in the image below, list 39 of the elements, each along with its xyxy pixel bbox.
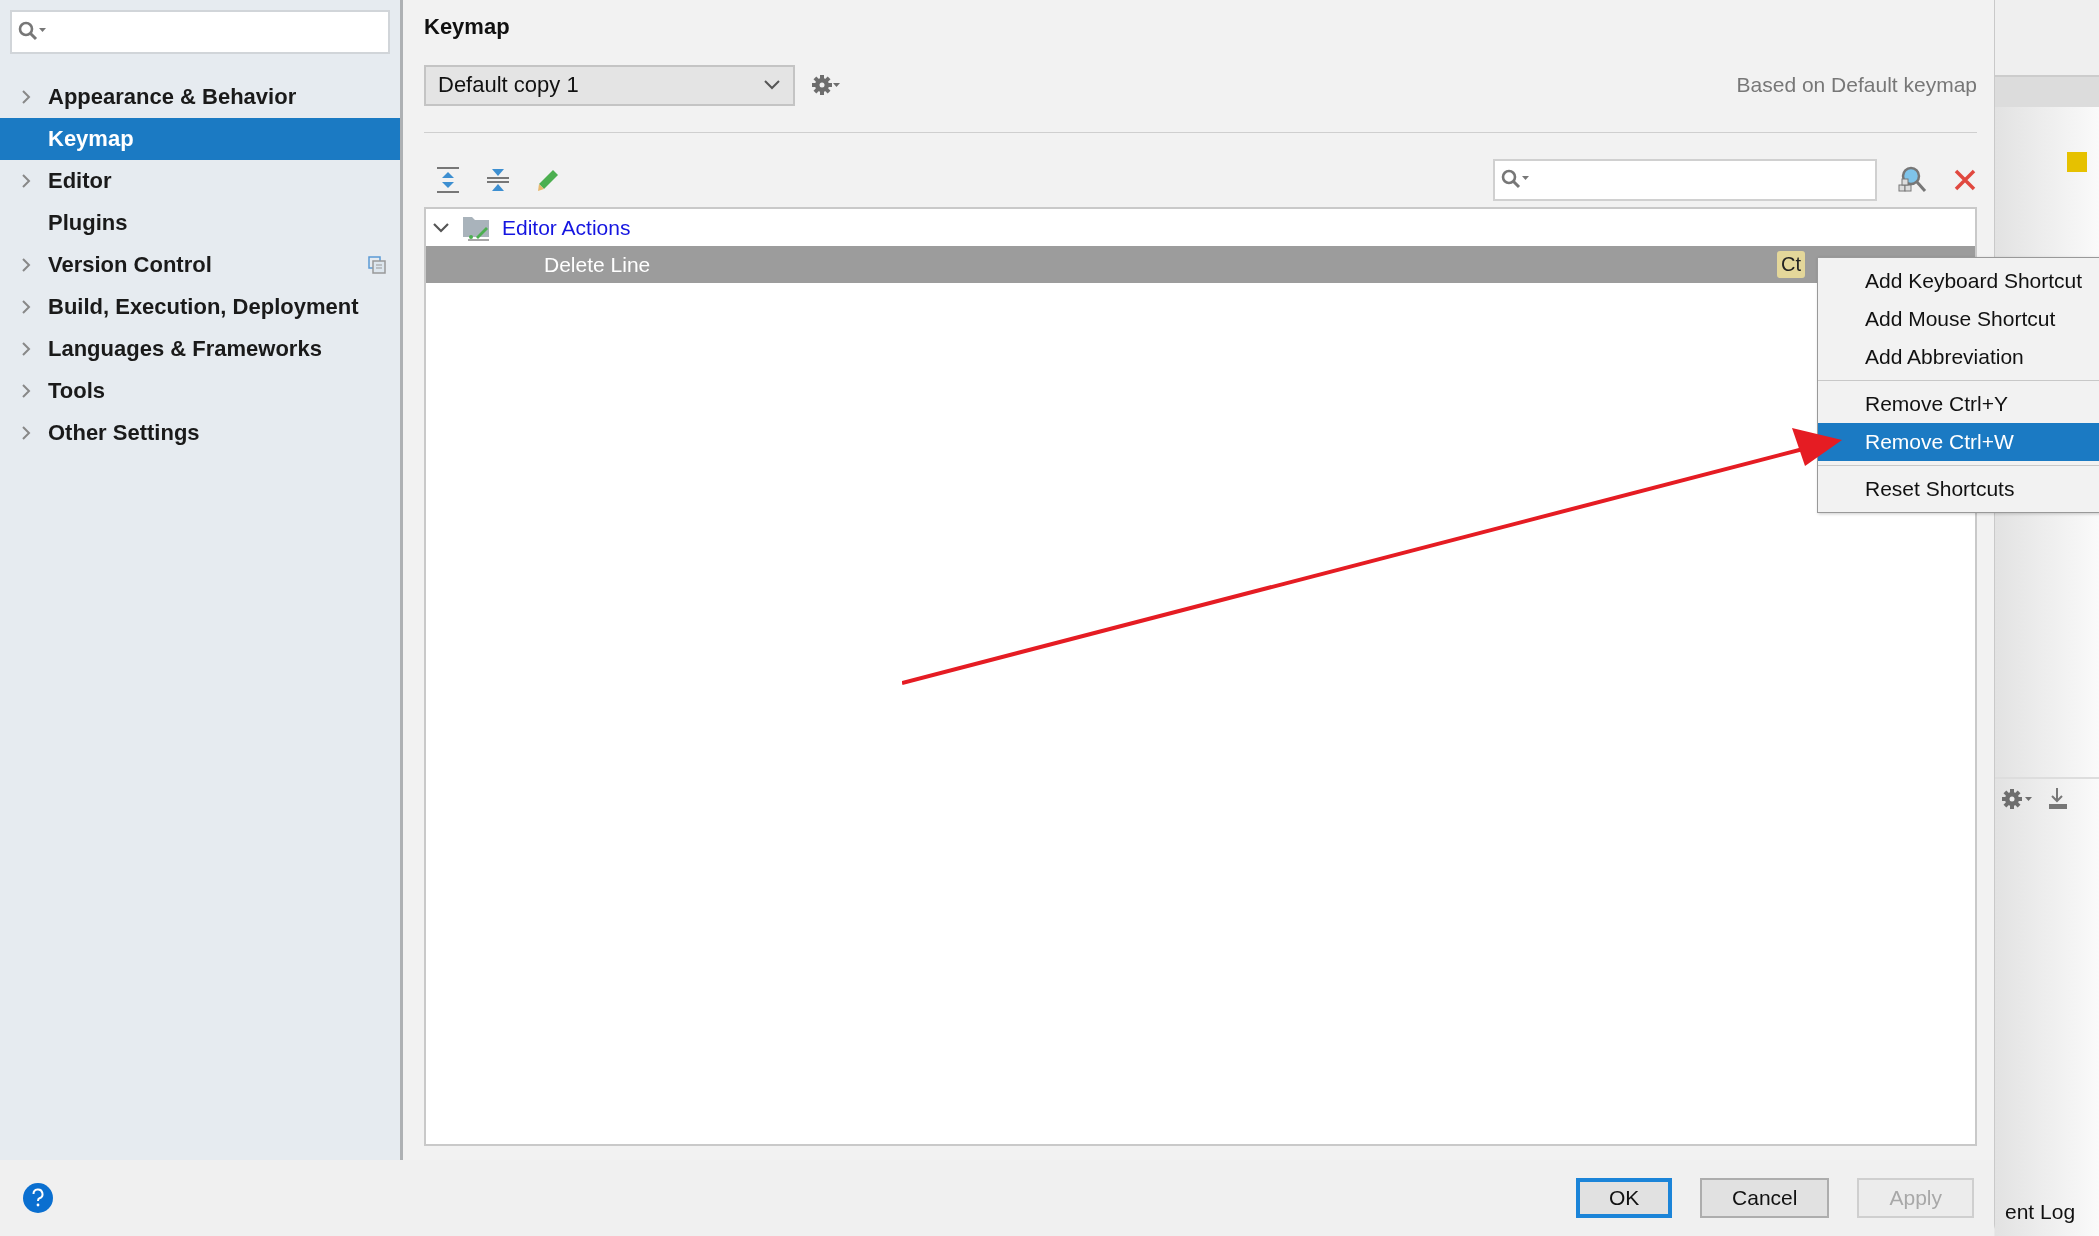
search-field[interactable]: [1493, 159, 1877, 201]
keymap-dropdown[interactable]: Default copy 1: [424, 64, 795, 106]
sidebar-item[interactable]: Other Settings: [0, 412, 400, 454]
sidebar-item[interactable]: Languages & Frameworks: [0, 328, 400, 370]
pencil-icon[interactable]: [536, 168, 560, 192]
dialog-button[interactable]: Cancel: [1700, 1178, 1830, 1218]
sidebar-item[interactable]: Keymap: [0, 118, 400, 160]
menu-item[interactable]: Remove Ctrl+Y: [1818, 385, 2099, 423]
sidebar-item[interactable]: Build, Execution, Deployment: [0, 286, 400, 328]
sidebar-item[interactable]: Plugins: [0, 202, 400, 244]
chevron-down-icon[interactable]: [432, 220, 450, 235]
sidebar-item[interactable]: Version Control: [0, 244, 400, 286]
chevron-down-icon: [763, 79, 781, 91]
expand-all-icon[interactable]: [436, 166, 460, 194]
menu-item[interactable]: Add Abbreviation: [1818, 338, 2099, 376]
search-icon: [18, 21, 48, 43]
help-icon[interactable]: [22, 1182, 54, 1214]
based-on-label: Based on Default keymap: [1736, 73, 1977, 97]
download-icon[interactable]: [2047, 787, 2069, 811]
search-icon: [1501, 169, 1531, 191]
shortcut-tag: Ct: [1777, 251, 1805, 278]
find-shortcut-icon[interactable]: [1897, 165, 1927, 195]
dialog-button[interactable]: OK: [1576, 1178, 1673, 1218]
sidebar-item[interactable]: Appearance & Behavior: [0, 76, 400, 118]
settings-icon[interactable]: [811, 73, 841, 97]
folder-icon: [462, 214, 490, 241]
search-field[interactable]: [10, 10, 390, 54]
sidebar-item[interactable]: Tools: [0, 370, 400, 412]
tree-row[interactable]: Editor Actions: [426, 209, 1975, 246]
page-title: Keymap: [424, 14, 511, 41]
marker-icon: [2067, 152, 2087, 172]
sidebar-item[interactable]: Editor: [0, 160, 400, 202]
menu-item[interactable]: Reset Shortcuts: [1818, 470, 2099, 508]
status-text[interactable]: ent Log: [1995, 1200, 2099, 1236]
menu-item[interactable]: Remove Ctrl+W: [1818, 423, 2099, 461]
settings-icon[interactable]: [2001, 787, 2035, 811]
close-icon[interactable]: [1953, 168, 1977, 192]
menu-item[interactable]: Add Mouse Shortcut: [1818, 300, 2099, 338]
collapse-all-icon[interactable]: [486, 166, 510, 194]
